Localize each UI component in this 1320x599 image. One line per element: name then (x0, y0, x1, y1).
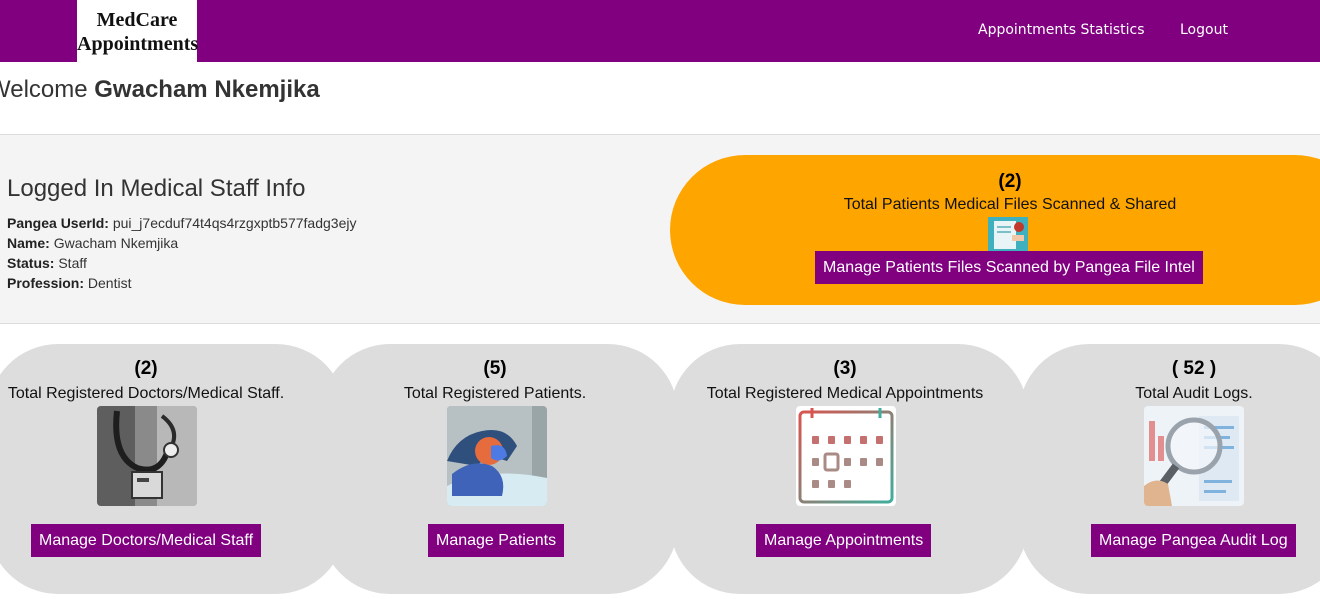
doctors-stat-card: (2) Total Registered Doctors/Medical Sta… (0, 344, 346, 594)
patients-count: (5) (483, 358, 507, 379)
calendar-icon (796, 406, 896, 506)
staff-row-status: Status: Staff (7, 253, 356, 273)
appointments-count: (3) (833, 358, 857, 379)
staff-row-label: Status: (7, 255, 55, 271)
brand-line-1: MedCare (96, 9, 178, 31)
brand-logo[interactable]: MedCare Appointments (77, 0, 199, 62)
patient-icon (447, 406, 547, 506)
stethoscope-icon (97, 406, 197, 506)
audit-logs-stat-card: ( 52 ) Total Audit Logs. Manage Pangea A… (1019, 344, 1320, 594)
staff-row-label: Name: (7, 235, 50, 251)
staff-row-name: Name: Gwacham Nkemjika (7, 233, 356, 253)
staff-row-userid: Pangea UserId: pui_j7ecduf74t4qs4rzgxptb… (7, 213, 356, 233)
staff-info-list: Pangea UserId: pui_j7ecduf74t4qs4rzgxptb… (7, 213, 356, 293)
nav-appointments-statistics-link[interactable]: Appointments Statistics (978, 22, 1145, 38)
manage-patients-button[interactable]: Manage Patients (428, 524, 565, 557)
staff-row-profession: Profession: Dentist (7, 273, 356, 293)
staff-row-value: Staff (58, 255, 87, 271)
staff-row-value: pui_j7ecduf74t4qs4rzgxptb577fadg3ejy (112, 215, 357, 231)
scanned-files-label: Total Patients Medical Files Scanned & S… (843, 196, 1177, 213)
audit-logs-count: ( 52 ) (1171, 358, 1217, 379)
appointments-stat-card: (3) Total Registered Medical Appointment… (670, 344, 1028, 594)
scanned-files-card: (2) Total Patients Medical Files Scanned… (670, 155, 1320, 305)
staff-info-band: Logged In Medical Staff Info Pangea User… (0, 134, 1320, 324)
brand-line-2: Appointments (77, 33, 199, 55)
medical-files-icon (988, 217, 1028, 253)
welcome-user-name: Gwacham Nkemjika (94, 76, 320, 103)
top-navbar: MedCare Appointments Appointments Statis… (0, 0, 1320, 62)
audit-logs-label: Total Audit Logs. (1135, 385, 1253, 402)
audit-magnifier-icon (1144, 406, 1244, 506)
manage-audit-log-button[interactable]: Manage Pangea Audit Log (1091, 524, 1296, 557)
appointments-label: Total Registered Medical Appointments (706, 385, 984, 402)
manage-doctors-button[interactable]: Manage Doctors/Medical Staff (31, 524, 262, 557)
staff-row-value: Gwacham Nkemjika (53, 235, 179, 251)
welcome-heading: Welcome Gwacham Nkemjika (0, 76, 320, 104)
staff-row-value: Dentist (87, 275, 132, 291)
nav-logout-link[interactable]: Logout (1180, 22, 1228, 38)
manage-appointments-button[interactable]: Manage Appointments (756, 524, 932, 557)
manage-scanned-files-button[interactable]: Manage Patients Files Scanned by Pangea … (815, 251, 1203, 284)
doctors-label: Total Registered Doctors/Medical Staff. (7, 385, 285, 402)
patients-label: Total Registered Patients. (403, 385, 587, 402)
staff-row-label: Pangea UserId: (7, 215, 109, 231)
scanned-files-count: (2) (998, 171, 1022, 192)
welcome-prefix: Welcome (0, 76, 88, 103)
doctors-count: (2) (134, 358, 158, 379)
staff-info-title: Logged In Medical Staff Info (7, 175, 306, 202)
staff-row-label: Profession: (7, 275, 85, 291)
patients-stat-card: (5) Total Registered Patients. Manage Pa… (320, 344, 678, 594)
